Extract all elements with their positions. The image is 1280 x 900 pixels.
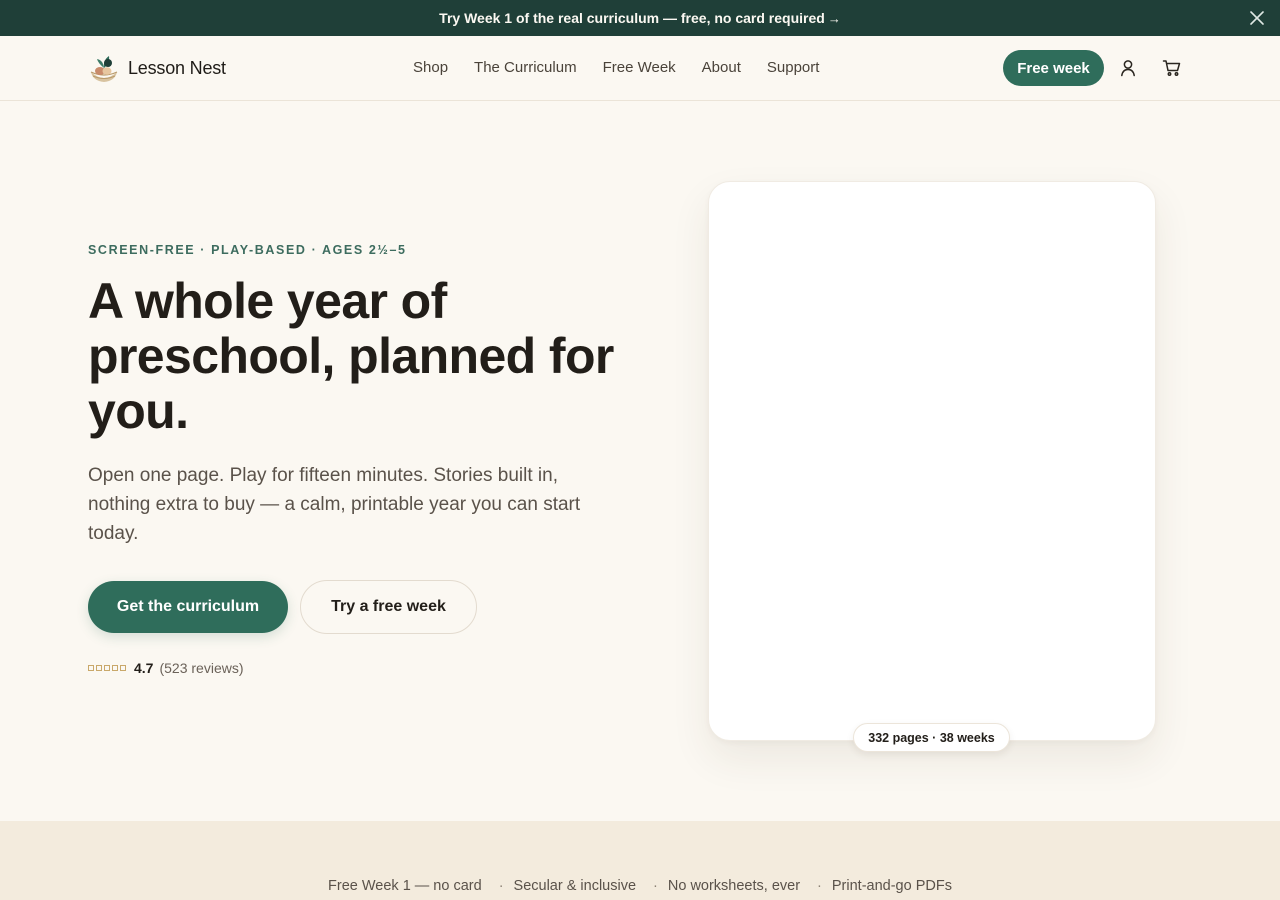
rating: 4.7 (523 reviews) — [88, 659, 244, 677]
trust-item-text: Print-and-go PDFs — [831, 878, 952, 894]
rating-stars — [88, 665, 126, 671]
nav-item-about[interactable]: About — [702, 59, 741, 76]
nav-item-free-week[interactable]: Free Week — [603, 59, 676, 76]
page-count-badge: 332 pages · 38 weeks — [853, 723, 1010, 752]
main-nav: Shop The Curriculum Free Week About Supp… — [413, 59, 819, 76]
trust-item-4: · Print-and-go PDFs — [817, 878, 952, 894]
announcement-text[interactable]: Try Week 1 of the real curriculum — free… — [439, 10, 825, 26]
brand-name: Lesson Nest — [128, 57, 226, 78]
nav-item-curriculum[interactable]: The Curriculum — [474, 59, 577, 76]
announcement-bar[interactable]: Try Week 1 of the real curriculum — free… — [0, 0, 1280, 36]
product-preview-card — [708, 181, 1156, 741]
rating-reviews[interactable]: (523 reviews) — [159, 660, 243, 676]
arrow-right-icon: → — [827, 10, 841, 26]
hero-lede: Open one page. Play for fifteen minutes.… — [88, 465, 581, 544]
hero-headline: A whole year of preschool, planned for y… — [88, 273, 614, 439]
trust-item-3: · No worksheets, ever — [653, 878, 801, 894]
get-curriculum-button[interactable]: Get the curriculum — [88, 581, 288, 633]
trust-item-text: Secular & inclusive — [513, 878, 637, 894]
trust-item-text: No worksheets, ever — [667, 878, 801, 894]
close-icon[interactable] — [1248, 9, 1266, 27]
star-icon — [96, 665, 102, 671]
star-icon — [112, 665, 118, 671]
hero-eyebrow: SCREEN-FREE · PLAY-BASED · AGES 2½–5 — [88, 243, 407, 257]
star-icon — [88, 665, 94, 671]
trust-list: Free Week 1 — no card · Secular & inclusi… — [0, 878, 1280, 894]
nav-item-support[interactable]: Support — [767, 59, 820, 76]
nav-item-shop[interactable]: Shop — [413, 59, 448, 76]
try-free-week-button[interactable]: Try a free week — [300, 580, 477, 634]
rating-score: 4.7 — [134, 660, 154, 676]
cart-icon[interactable] — [1162, 58, 1182, 78]
free-week-button[interactable]: Free week — [1003, 50, 1104, 86]
star-icon — [120, 665, 126, 671]
trust-item: Free Week 1 — no card — [328, 878, 482, 894]
user-icon[interactable] — [1118, 58, 1138, 78]
nest-logo-icon — [88, 51, 120, 85]
site-header: Lesson Nest Shop The Curriculum Free Wee… — [0, 36, 1280, 101]
brand-link[interactable]: Lesson Nest — [88, 51, 226, 85]
trust-item-2: · Secular & inclusive — [498, 878, 637, 894]
star-icon — [104, 665, 110, 671]
